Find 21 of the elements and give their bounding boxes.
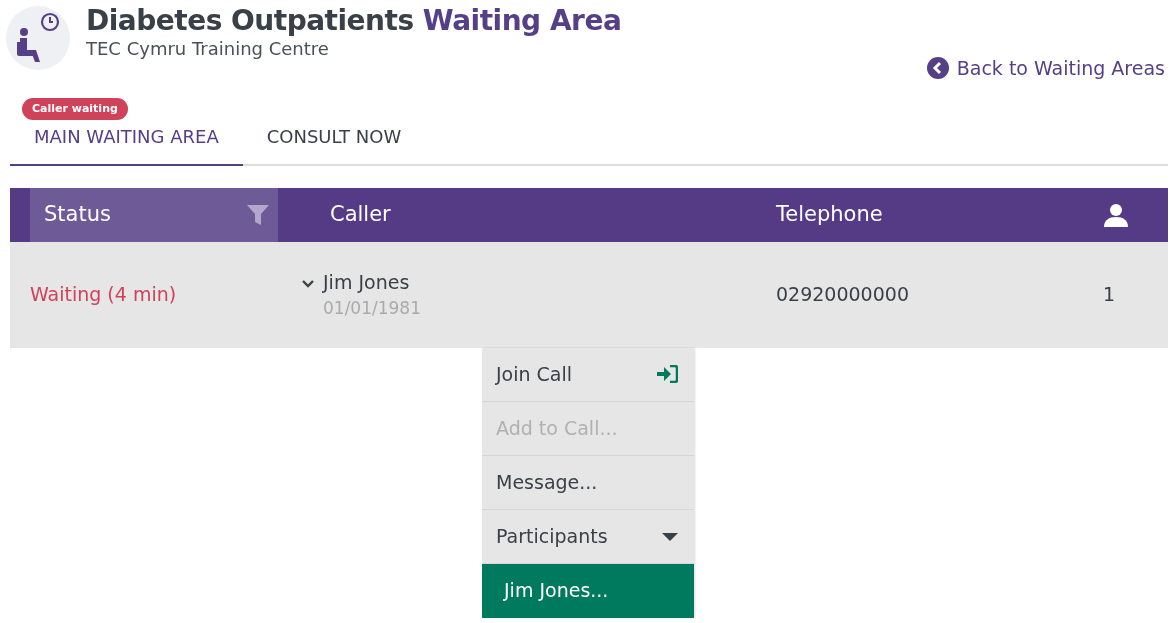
status-text: Waiting (4 min) xyxy=(30,283,177,306)
menu-item[interactable]: Participants xyxy=(482,509,694,564)
caller-birth-date: 01/01/1981 xyxy=(323,297,421,320)
menu-item[interactable]: Jim Jones... xyxy=(482,563,694,618)
menu-item[interactable]: Join Call xyxy=(482,347,694,402)
menu-item[interactable]: Message... xyxy=(482,455,694,510)
participant-count: 1 xyxy=(1102,283,1116,306)
enter-icon xyxy=(656,365,678,383)
back-link[interactable]: Back to Waiting Areas xyxy=(926,54,1165,83)
caller-name: Jim Jones xyxy=(323,269,411,295)
filter-icon[interactable] xyxy=(246,202,270,227)
caller-waiting-badge: Caller waiting xyxy=(22,97,128,120)
site-name: TEC Cymru Training Centre xyxy=(86,37,330,62)
page-title: Diabetes Outpatients Waiting Area xyxy=(86,6,623,36)
column-header: Telephone xyxy=(776,200,883,228)
back-circle-icon xyxy=(926,57,949,80)
telephone-number: 02920000000 xyxy=(776,283,909,306)
column-header: Caller xyxy=(330,200,391,228)
column-header: Status xyxy=(44,200,111,228)
tab[interactable]: CONSULT NOW xyxy=(242,96,426,166)
caret-icon xyxy=(662,531,678,541)
